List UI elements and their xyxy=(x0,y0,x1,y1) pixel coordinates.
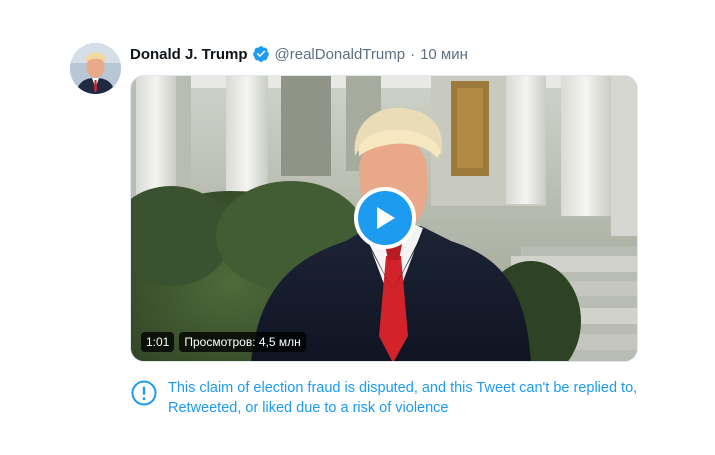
display-name[interactable]: Donald J. Trump xyxy=(130,46,248,63)
video-overlay: 1:01 Просмотров: 4,5 млн xyxy=(141,332,306,352)
play-icon xyxy=(377,207,395,229)
disputed-claim-notice[interactable]: This claim of election fraud is disputed… xyxy=(130,378,650,418)
tweet-timestamp[interactable]: 10 мин xyxy=(420,46,468,63)
video-duration: 1:01 xyxy=(141,332,175,352)
avatar-image xyxy=(70,43,121,94)
separator-dot: · xyxy=(410,45,416,63)
play-button[interactable] xyxy=(354,187,416,249)
exclamation-circle-icon xyxy=(131,380,157,406)
avatar[interactable] xyxy=(70,43,121,94)
view-count: Просмотров: 4,5 млн xyxy=(179,332,306,352)
verified-badge-icon xyxy=(252,45,270,63)
tweet: Donald J. Trump @realDonaldTrump · 10 ми… xyxy=(0,0,715,455)
disputed-claim-text[interactable]: This claim of election fraud is disputed… xyxy=(168,378,650,418)
tweet-header: Donald J. Trump @realDonaldTrump · 10 ми… xyxy=(130,44,468,64)
user-handle[interactable]: @realDonaldTrump xyxy=(275,46,406,63)
video-player[interactable]: 1:01 Просмотров: 4,5 млн xyxy=(130,75,638,362)
